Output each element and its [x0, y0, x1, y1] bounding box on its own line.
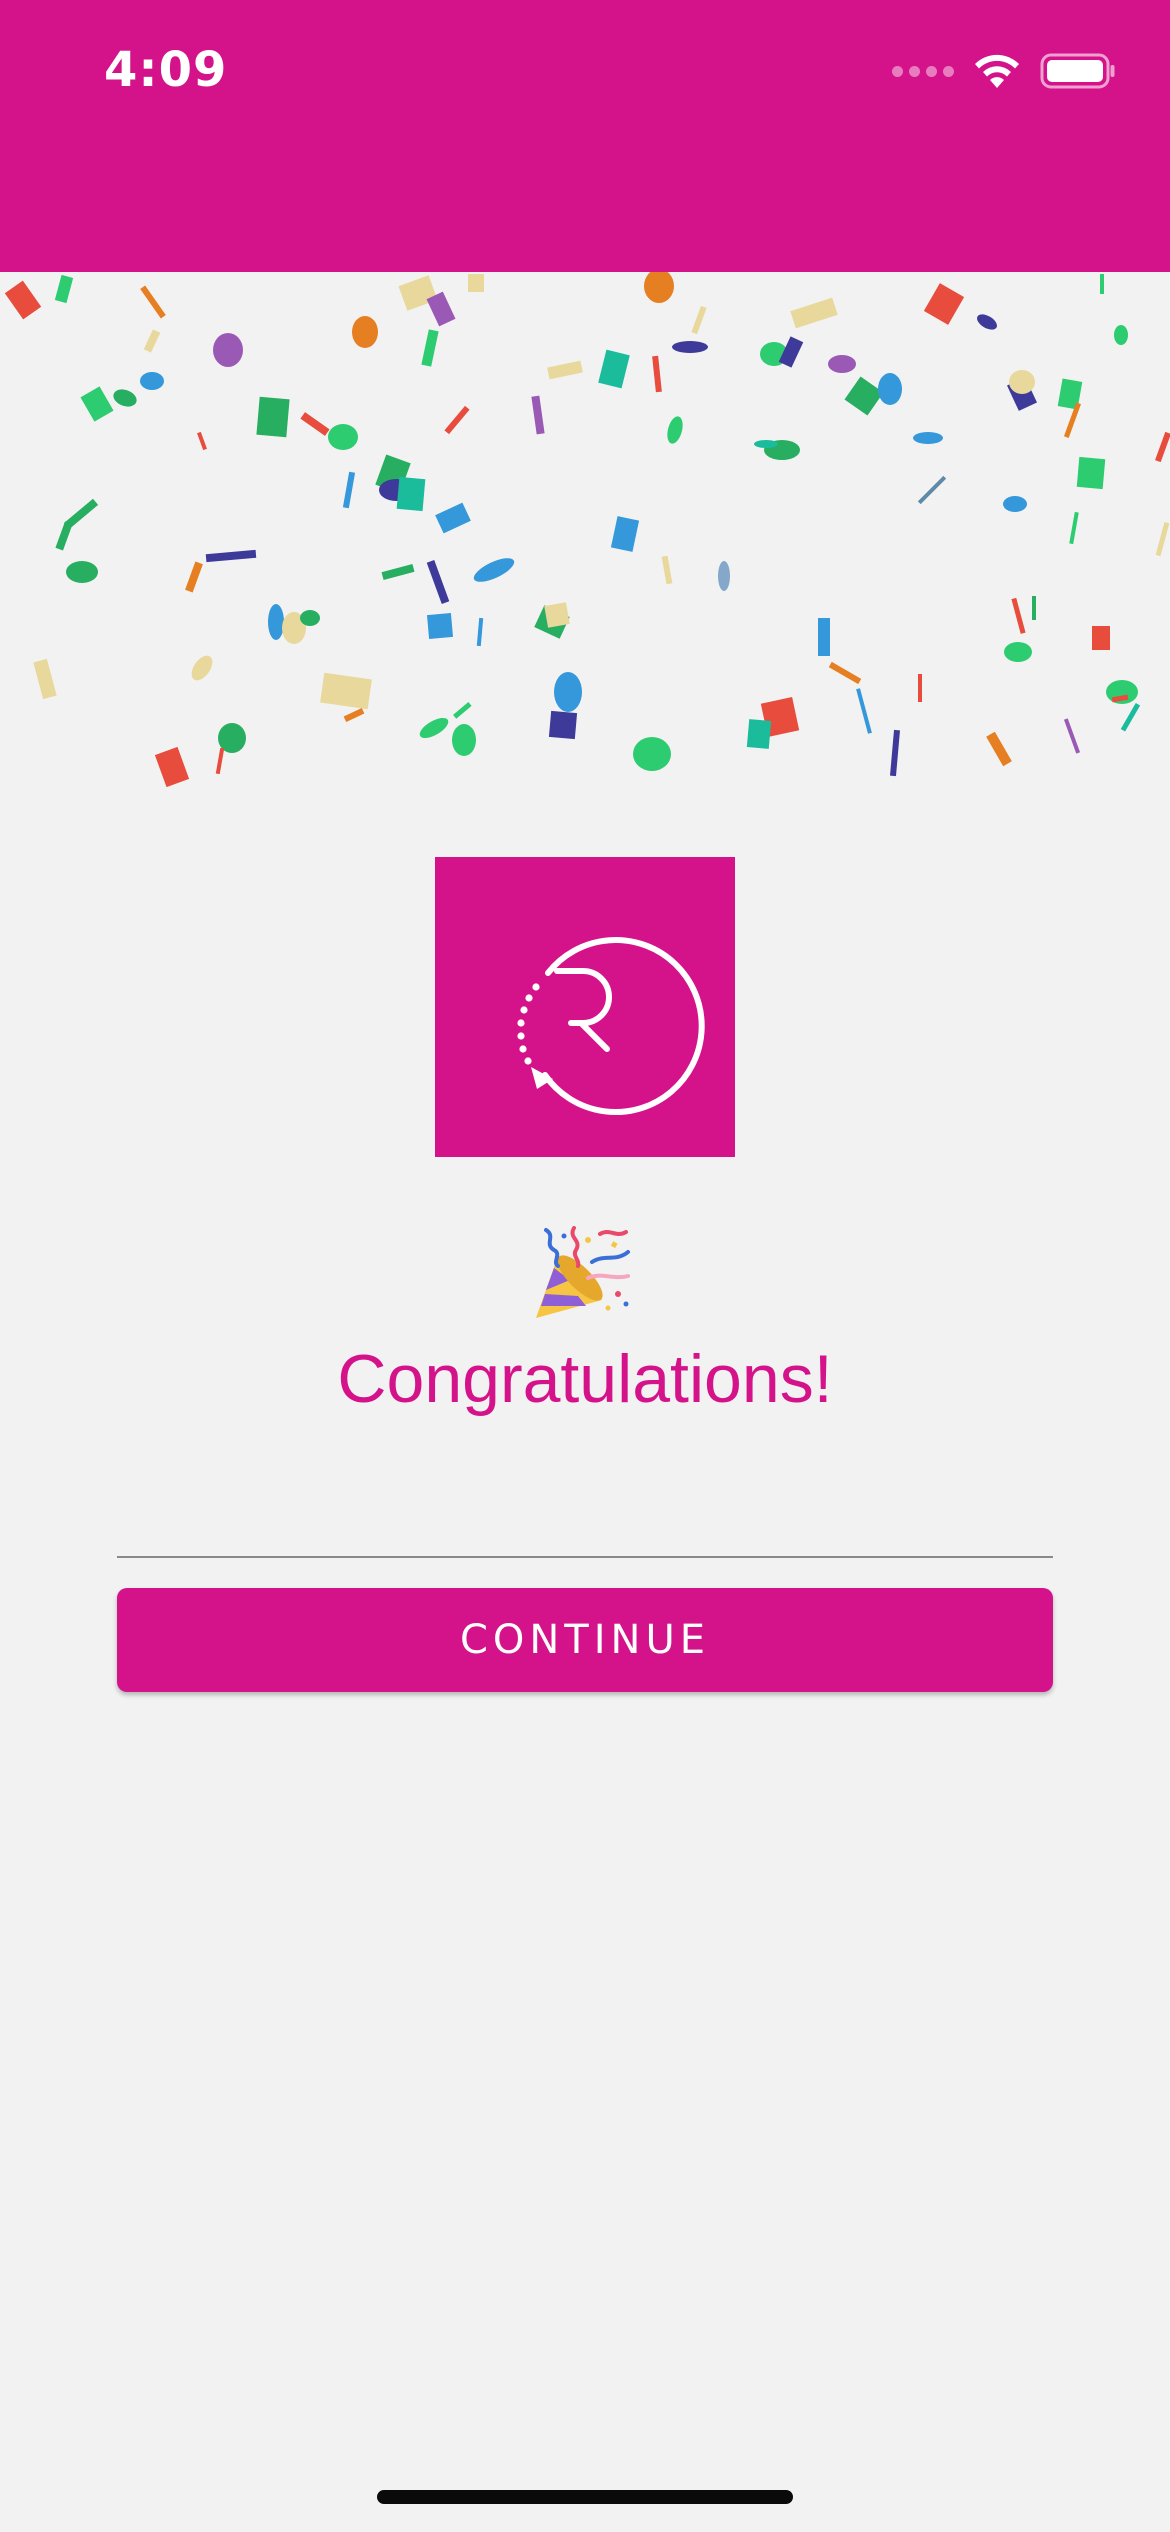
- continue-button[interactable]: CONTINUE: [117, 1588, 1053, 1692]
- party-popper-icon: [536, 1226, 630, 1318]
- r-circle-logo-icon: [517, 937, 705, 1116]
- wifi-icon: [975, 54, 1019, 88]
- congratulations-screen: 4:09 Congratulations! CONTINUE: [0, 0, 1170, 2532]
- congratulations-title: Congratulations!: [337, 1341, 833, 1417]
- app-logo: [435, 857, 735, 1157]
- status-time: 4:09: [104, 42, 228, 98]
- home-indicator[interactable]: [377, 2490, 793, 2504]
- battery-icon: [1040, 53, 1115, 89]
- header-bar: 4:09: [0, 0, 1170, 272]
- status-icons: [892, 52, 1116, 90]
- divider-line: [117, 1556, 1053, 1558]
- confetti-animation: [0, 272, 1170, 802]
- signal-icon: [892, 65, 954, 77]
